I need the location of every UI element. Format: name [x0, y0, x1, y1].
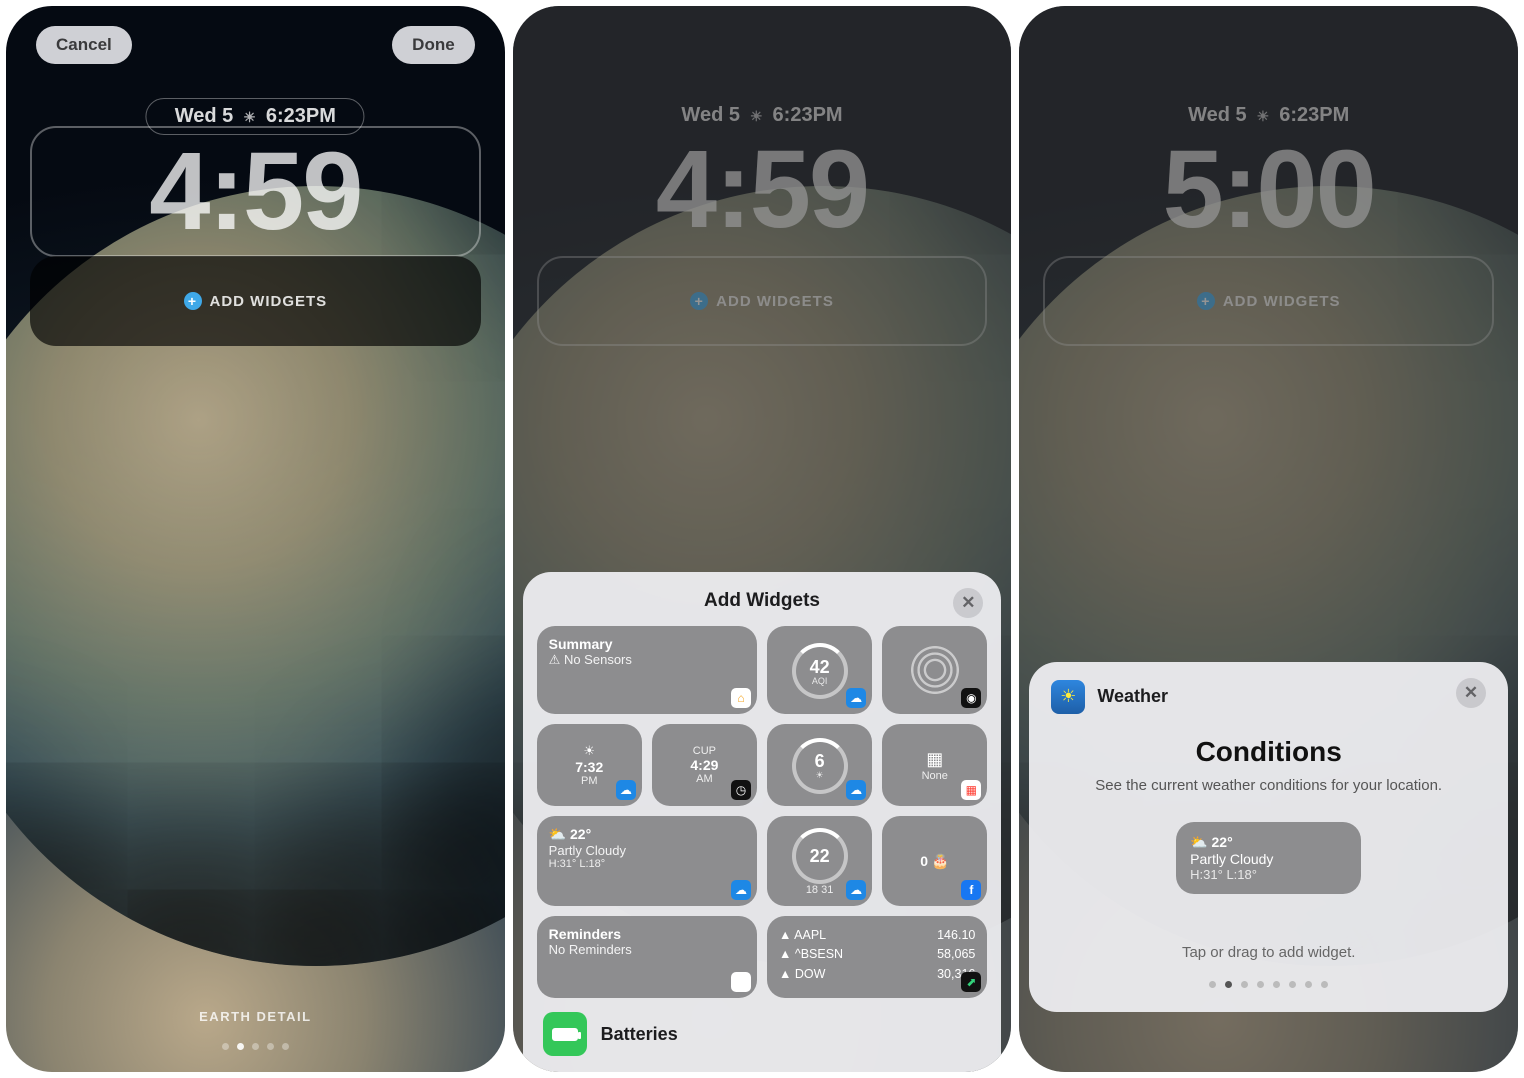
calendar-app-icon: ▦: [961, 780, 981, 800]
close-button[interactable]: ✕: [953, 588, 983, 618]
aqi-gauge: 42 AQI: [792, 643, 848, 699]
widget-suggestions-grid: Summary ⚠ No Sensors ⌂ 42 AQI ☁ ◉ ☀ 7:32…: [537, 626, 988, 998]
city-time: 7:32: [575, 759, 603, 775]
uv-gauge: 6 ☀: [792, 738, 848, 794]
category-label: Batteries: [601, 1024, 678, 1045]
clock-time: 5:00: [1019, 126, 1518, 253]
clock-time: 4:59: [513, 126, 1012, 253]
add-widgets-button[interactable]: + ADD WIDGETS: [30, 256, 481, 346]
sheet-title: Add Widgets: [704, 590, 820, 612]
fitness-rings-widget[interactable]: ◉: [882, 626, 987, 714]
done-button[interactable]: Done: [392, 26, 475, 64]
uv-index-widget[interactable]: 6 ☀ ☁: [767, 724, 872, 806]
date-label: Wed 5: [681, 104, 740, 127]
cancel-button[interactable]: Cancel: [36, 26, 132, 64]
calendar-label: None: [922, 770, 948, 782]
temp: ⛅ 22°: [1190, 834, 1347, 851]
weather-app-icon: ☀: [1051, 680, 1085, 714]
weather-app-icon: ☁: [731, 880, 751, 900]
add-widgets-label: ADD WIDGETS: [1223, 293, 1341, 310]
city-code: CUP: [693, 745, 716, 757]
add-widgets-button: + ADD WIDGETS: [537, 256, 988, 346]
widget-style-pager[interactable]: [1051, 981, 1486, 988]
home-summary-widget[interactable]: Summary ⚠ No Sensors ⌂: [537, 626, 757, 714]
sunset-time: 6:23PM: [1279, 104, 1349, 127]
city-clock-widget[interactable]: CUP 4:29 AM ◷: [652, 724, 757, 806]
sunset-time: 6:23PM: [773, 104, 843, 127]
condition: Partly Cloudy: [1190, 851, 1347, 867]
screenshot-panel-3: Wed 5 6:23PM 5:00 + ADD WIDGETS ☀ Weathe…: [1019, 6, 1518, 1072]
edit-toolbar: Cancel Done: [6, 26, 505, 64]
stock-symbol: ▲ AAPL: [779, 926, 826, 945]
weather-conditions-widget[interactable]: ⛅ 22° Partly Cloudy H:31° L:18° ☁: [537, 816, 757, 906]
stock-value: 58,065: [937, 945, 975, 964]
temp-gauge: 22: [792, 828, 848, 884]
birthdays-widget[interactable]: 0 🎂 f: [882, 816, 987, 906]
calendar-widget[interactable]: ▦ None ▦: [882, 724, 987, 806]
date-label: Wed 5: [175, 105, 234, 128]
batteries-icon: [543, 1012, 587, 1056]
sun-icon: ☀: [583, 743, 595, 759]
weather-widget-sheet: ☀ Weather ✕ Conditions See the current w…: [1029, 662, 1508, 1012]
widget-subtitle: ⚠ No Sensors: [549, 652, 745, 668]
weather-app-icon: ☁: [616, 780, 636, 800]
stock-value: 146.10: [937, 926, 975, 945]
calendar-icon: ▦: [926, 749, 943, 770]
add-widgets-label: ADD WIDGETS: [716, 293, 834, 310]
stock-symbol: ▲ ^BSESN: [779, 945, 843, 964]
activity-rings-icon: [907, 642, 963, 698]
plus-icon: +: [184, 292, 202, 310]
sunset-time: 6:23PM: [266, 105, 336, 128]
city-ampm: PM: [581, 775, 598, 787]
wallpaper-name: EARTH DETAIL: [6, 1009, 505, 1024]
stocks-app-icon: ⬈: [961, 972, 981, 992]
weather-app-icon: ☁: [846, 688, 866, 708]
temp-range: 18 31: [806, 884, 834, 896]
sunrise-icon: [1257, 104, 1270, 127]
reminders-app-icon: ☰: [731, 972, 751, 992]
widget-style-title: Conditions: [1051, 736, 1486, 768]
hint-text: Tap or drag to add widget.: [1051, 944, 1486, 961]
reminders-widget[interactable]: Reminders No Reminders ☰: [537, 916, 757, 998]
plus-icon: +: [1197, 292, 1215, 310]
temp: ⛅ 22°: [549, 826, 745, 843]
home-app-icon: ⌂: [731, 688, 751, 708]
widget-style-description: See the current weather conditions for y…: [1081, 776, 1456, 796]
add-widgets-label: ADD WIDGETS: [210, 293, 328, 310]
sunrise-icon: [750, 104, 763, 127]
condition: Partly Cloudy: [549, 843, 745, 858]
batteries-category-row[interactable]: Batteries: [537, 998, 988, 1062]
hi-lo: H:31° L:18°: [549, 858, 745, 870]
screenshot-panel-2: Wed 5 6:23PM 4:59 + ADD WIDGETS Add Widg…: [513, 6, 1012, 1072]
widget-title: Reminders: [549, 926, 745, 942]
widget-preview[interactable]: ⛅ 22° Partly Cloudy H:31° L:18°: [1176, 822, 1361, 894]
fitness-app-icon: ◉: [961, 688, 981, 708]
weather-app-icon: ☁: [846, 780, 866, 800]
app-name: Weather: [1097, 686, 1168, 707]
stocks-widget[interactable]: ▲ AAPL146.10 ▲ ^BSESN58,065 ▲ DOW30,316 …: [767, 916, 987, 998]
screenshot-panel-1: Cancel Done Wed 5 6:23PM 4:59 + ADD WIDG…: [6, 6, 505, 1072]
temperature-range-widget[interactable]: 22 18 31 ☁: [767, 816, 872, 906]
date-label: Wed 5: [1188, 104, 1247, 127]
hi-lo: H:31° L:18°: [1190, 867, 1347, 882]
clock-time[interactable]: 4:59: [30, 126, 481, 257]
world-clock-widget[interactable]: ☀ 7:32 PM ☁: [537, 724, 642, 806]
add-widgets-sheet: Add Widgets ✕ Summary ⚠ No Sensors ⌂ 42 …: [523, 572, 1002, 1072]
widget-title: Summary: [549, 636, 745, 652]
aqi-widget[interactable]: 42 AQI ☁: [767, 626, 872, 714]
close-button[interactable]: ✕: [1456, 678, 1486, 708]
city-time: 4:29: [690, 757, 718, 773]
stock-symbol: ▲ DOW: [779, 965, 825, 984]
facebook-app-icon: f: [961, 880, 981, 900]
plus-icon: +: [690, 292, 708, 310]
clock-app-icon: ◷: [731, 780, 751, 800]
city-ampm: AM: [696, 773, 713, 785]
page-dots[interactable]: [6, 1043, 505, 1050]
sunrise-icon: [243, 105, 256, 128]
weather-app-icon: ☁: [846, 880, 866, 900]
add-widgets-button: + ADD WIDGETS: [1043, 256, 1494, 346]
widget-subtitle: No Reminders: [549, 942, 745, 957]
